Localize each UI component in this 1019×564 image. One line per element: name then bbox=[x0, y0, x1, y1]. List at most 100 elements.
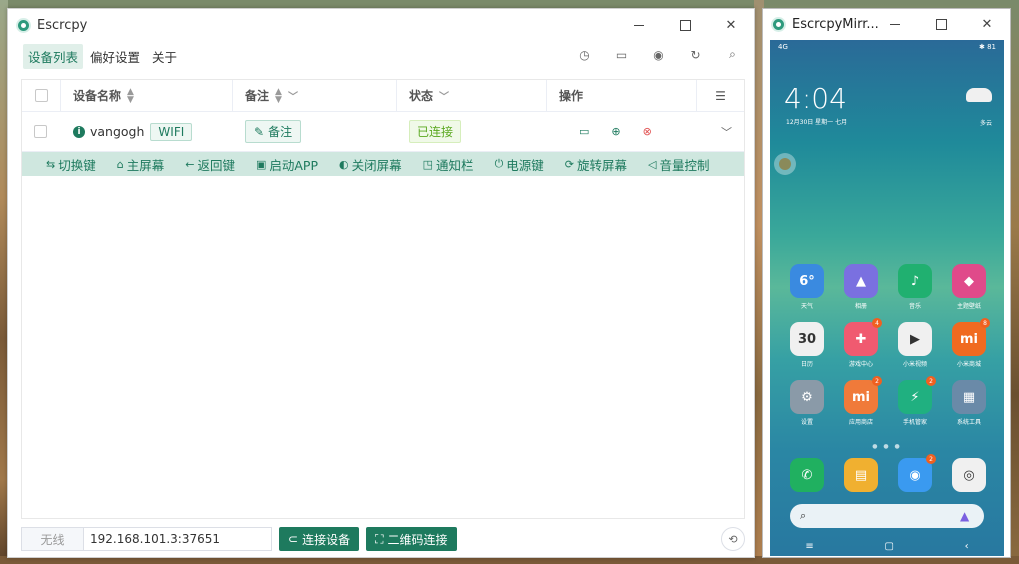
qr-connect-button[interactable]: ⛶ 二维码连接 bbox=[366, 527, 457, 551]
status-badge: 已连接 bbox=[409, 120, 462, 143]
phone-screen[interactable]: 4G ✱ 81 4:04 12月30日 星期一 七月 多云 6° 天气 ▲ 相册 ♪ 音乐… bbox=[770, 40, 1004, 556]
back-nav-icon[interactable]: ‹ bbox=[965, 541, 969, 552]
edit-note-button[interactable]: ✎ 备注 bbox=[245, 120, 302, 143]
terminal-icon[interactable]: ▭ bbox=[614, 47, 629, 62]
dock-app-3[interactable]: ◎ bbox=[942, 458, 996, 492]
table-header: 设备名称 ▲ ▼ 备注 ▲ ▼ ﹀ 状态 ﹀ 操作 ☰ bbox=[22, 80, 744, 112]
mirror-close-button[interactable] bbox=[964, 9, 1010, 40]
device-name-cell: i vangogh WIFI bbox=[61, 112, 233, 151]
quick-home[interactable]: ⌂ 主屏幕 bbox=[117, 155, 165, 174]
tab-device-list[interactable]: 设备列表 bbox=[23, 43, 84, 69]
quick-volume[interactable]: ◁ 音量控制 bbox=[648, 155, 709, 174]
app-icon: ◆ bbox=[952, 264, 986, 298]
mirror-minimize-button[interactable] bbox=[872, 9, 918, 40]
quick-power[interactable]: ⏻ 电源键 bbox=[495, 155, 544, 174]
mirror-window-controls bbox=[872, 9, 1010, 40]
phone-search-bar[interactable]: ⌕ ▲ bbox=[790, 504, 984, 528]
header-status[interactable]: 状态 ﹀ bbox=[397, 80, 547, 111]
home-nav-icon[interactable]: ▢ bbox=[884, 541, 893, 552]
connect-device-label: 连接设备 bbox=[302, 532, 351, 547]
grid-app-11[interactable]: ▦ 系统工具 bbox=[942, 380, 996, 426]
mirror-screen-icon[interactable]: ▭ bbox=[579, 125, 589, 138]
grid-app-4[interactable]: 30 日历 bbox=[780, 322, 834, 368]
dock-app-0[interactable]: ✆ bbox=[780, 458, 834, 492]
grid-app-3[interactable]: ◆ 主题壁纸 bbox=[942, 264, 996, 310]
tab-about[interactable]: 关于 bbox=[147, 44, 182, 69]
dock-app-1[interactable]: ▤ bbox=[834, 458, 888, 492]
quick-notification[interactable]: ◳ 通知栏 bbox=[423, 155, 474, 174]
quick-screen-off[interactable]: ◐ 关闭屏幕 bbox=[339, 155, 402, 174]
toggle-icon: ◐ bbox=[339, 157, 349, 171]
quick-switch-key[interactable]: ⇆ 切换键 bbox=[46, 155, 96, 174]
mirror-maximize-button[interactable] bbox=[918, 9, 964, 40]
grid-app-6[interactable]: ▶ 小米视频 bbox=[888, 322, 942, 368]
rotate-icon: ⟳ bbox=[564, 157, 574, 171]
grid-app-2[interactable]: ♪ 音乐 bbox=[888, 264, 942, 310]
app-label: 手机管家 bbox=[902, 419, 927, 426]
address-input[interactable]: 192.168.101.3:37651 bbox=[84, 527, 272, 551]
floating-ball-icon[interactable] bbox=[774, 153, 796, 175]
grid-app-9[interactable]: mi 2 应用商店 bbox=[834, 376, 888, 426]
quick-rotate[interactable]: ⟳ 旋转屏幕 bbox=[565, 155, 627, 174]
app-label: 游戏中心 bbox=[848, 361, 873, 368]
add-icon[interactable]: ⊕ bbox=[611, 125, 620, 138]
grid-app-7[interactable]: mi 8 小米商城 bbox=[942, 318, 996, 368]
header-device-name[interactable]: 设备名称 ▲ ▼ bbox=[61, 80, 233, 111]
app-label: 主题壁纸 bbox=[956, 303, 981, 310]
quick-launch-app[interactable]: ▣ 启动APP bbox=[256, 155, 318, 174]
tab-preferences[interactable]: 偏好设置 bbox=[85, 44, 145, 69]
header-note[interactable]: 备注 ▲ ▼ ﹀ bbox=[233, 80, 397, 111]
grid-app-10[interactable]: ⚡ 2 手机管家 bbox=[888, 376, 942, 426]
sort-icon[interactable]: ▲ ▼ bbox=[275, 87, 282, 104]
app-icon: ▶ bbox=[898, 322, 932, 356]
app-icon: mi bbox=[952, 322, 986, 356]
ai-assistant-icon[interactable]: ▲ bbox=[960, 509, 974, 523]
info-icon[interactable]: i bbox=[73, 125, 85, 138]
row-checkbox[interactable] bbox=[34, 125, 47, 138]
sort-icon[interactable]: ▲ ▼ bbox=[127, 87, 134, 104]
close-button[interactable] bbox=[708, 9, 754, 41]
column-settings-icon[interactable]: ☰ bbox=[697, 80, 744, 111]
wireless-label: 无线 bbox=[21, 527, 84, 551]
grid-app-5[interactable]: ✚ 4 游戏中心 bbox=[834, 318, 888, 368]
grid-app-1[interactable]: ▲ 相册 bbox=[834, 264, 888, 310]
phone-date: 12月30日 星期一 七月 bbox=[786, 119, 848, 126]
mirror-titlebar: EscrcpyMirr... bbox=[763, 9, 1010, 40]
expand-row-icon[interactable]: ﹀ bbox=[697, 112, 744, 151]
filter-chevron-icon[interactable]: ﹀ bbox=[439, 88, 449, 103]
grid-app-0[interactable]: 6° 天气 bbox=[780, 264, 834, 310]
header-status-label: 状态 bbox=[409, 89, 434, 103]
qr-connect-label: 二维码连接 bbox=[387, 532, 448, 547]
app-label: 日历 bbox=[800, 361, 813, 368]
minimize-button[interactable] bbox=[616, 9, 662, 41]
escrcpy-logo-icon bbox=[771, 17, 786, 32]
main-window-title: Escrcpy bbox=[37, 17, 88, 33]
grid-app-8[interactable]: ⚙ 设置 bbox=[780, 380, 834, 426]
refresh-button[interactable]: ⟲ bbox=[721, 527, 745, 551]
app-icon: ◎ bbox=[952, 458, 986, 492]
table-row: i vangogh WIFI ✎ 备注 已连接 ▭ ⊕ ⊗ ﹀ bbox=[22, 112, 744, 152]
qr-icon: ⛶ bbox=[375, 531, 384, 546]
app-label: 小米视频 bbox=[902, 361, 927, 368]
note-cell: ✎ 备注 bbox=[233, 112, 397, 151]
quick-launch-app-label: 启动APP bbox=[269, 157, 319, 173]
disconnect-icon[interactable]: ⊗ bbox=[643, 125, 652, 138]
volume-icon: ◁ bbox=[648, 157, 657, 171]
main-window-controls bbox=[616, 9, 754, 41]
dock-app-2[interactable]: ◉ 2 bbox=[888, 454, 942, 492]
header-device-name-label: 设备名称 bbox=[73, 89, 122, 103]
connect-device-button[interactable]: ⊂ 连接设备 bbox=[279, 527, 360, 551]
select-all-checkbox[interactable] bbox=[35, 89, 48, 102]
app-label: 相册 bbox=[854, 303, 867, 310]
maximize-button[interactable] bbox=[662, 9, 708, 41]
eye-icon[interactable]: ◉ bbox=[651, 47, 666, 62]
app-icon: ⚡ bbox=[898, 380, 932, 414]
phone-nav-bar: ≡ ▢ ‹ bbox=[770, 536, 1004, 556]
history-icon[interactable]: ◷ bbox=[577, 47, 592, 62]
app-icon: ▦ bbox=[952, 380, 986, 414]
menu-nav-icon[interactable]: ≡ bbox=[805, 541, 813, 552]
filter-chevron-icon[interactable]: ﹀ bbox=[288, 88, 298, 103]
quick-back[interactable]: ← 返回键 bbox=[185, 155, 235, 174]
refresh-icon[interactable]: ↻ bbox=[688, 47, 703, 62]
search-icon[interactable]: ⌕ bbox=[725, 47, 740, 62]
